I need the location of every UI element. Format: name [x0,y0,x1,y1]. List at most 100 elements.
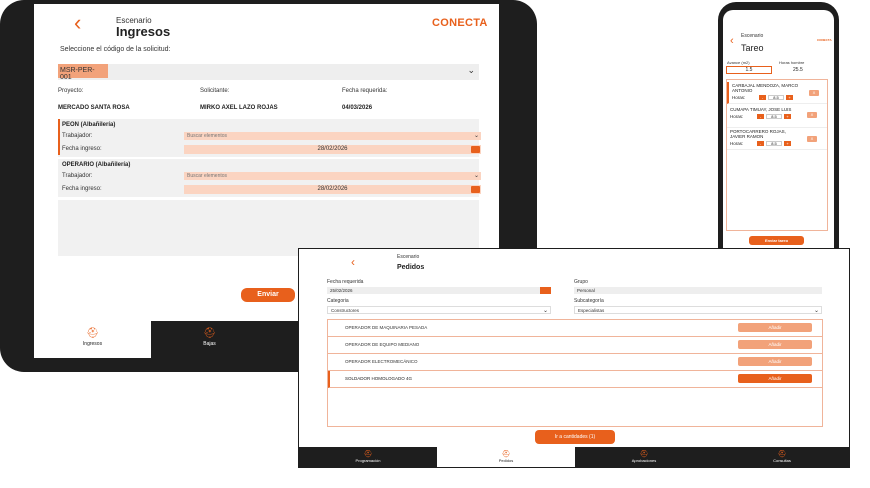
worker-label: Trabajador: [62,173,93,179]
back-arrow-icon[interactable]: ‹ [351,255,355,269]
date-required-value: 25/02/2026 [330,288,353,293]
request-select-value: MSR-PER-001 [58,64,108,81]
worker-placeholder: Buscar elementos [187,173,228,179]
send-button[interactable]: Enviar [241,288,295,302]
worker-icon: ⛑ [86,328,99,339]
date-required-value: 04/03/2026 [342,105,373,111]
subcategory-label: Subcategoría [574,298,604,304]
worker-select[interactable]: Buscar elementos ⌄ [184,132,481,140]
entry-date-label: Fecha ingreso: [62,186,102,192]
send-tareo-button[interactable]: Enviar tareo [749,236,804,245]
entry-date-value: 28/02/2026 [317,186,348,192]
nav-label: Bajas [203,341,216,347]
group-value: Personal [577,288,595,293]
page-subtitle: Escenario [397,254,420,260]
minus-button[interactable]: - [757,114,764,119]
list-item: CARBAJAL MENDOZA, MARCO ANTONIO Horas: -… [727,82,827,104]
request-label: Seleccione el código de la solicitud: [60,46,171,53]
calendar-icon[interactable] [540,287,551,294]
man-hours-label: Horas hombre [779,60,805,65]
bottom-nav: ⛑ Programación ⛑ Pedidos ⛑ Aprobaciones … [299,447,849,467]
group-field: Personal [574,287,822,294]
nav-label: Consultas [773,458,791,463]
list-item: PORTOCARRERO ROJAS, JAVIER RAMON Horas: … [727,128,827,150]
project-value: MERCADO SANTA ROSA [58,105,130,111]
back-arrow-icon[interactable]: ‹ [730,35,734,47]
nav-item-consultas[interactable]: ⛑ Consultas [713,447,849,467]
brand-logo: CONECTA [432,17,488,29]
list-item: SOLDADOR HOMOLOGADO 4G Añadir [328,371,822,388]
plus-button[interactable]: + [786,95,793,100]
nav-label: Ingresos [82,341,103,347]
nav-item-pedidos[interactable]: ⛑ Pedidos [437,447,575,467]
avance-input[interactable]: 1.5 [726,66,772,74]
subcategory-select[interactable]: Especialistas ⌄ [574,306,822,314]
chevron-down-icon: ⌄ [467,65,475,75]
worker-label: Trabajador: [62,133,93,139]
date-required-label: Fecha requerida [327,279,364,285]
add-button[interactable]: Añadir [738,374,812,383]
worker-name: PORTOCARRERO ROJAS, JAVIER RAMON [730,129,786,139]
project-label: Proyecto: [58,88,84,94]
list-item: OPERADOR ELECTROMECÁNICO Añadir [328,354,822,371]
minus-button[interactable]: - [759,95,766,100]
position-card: OPERARIO (Albañilería) Trabajador: Busca… [58,159,481,197]
group-label: Grupo [574,279,588,285]
page-title: Pedidos [397,264,425,271]
go-to-quantities-button[interactable]: Ir a cantidades (1) [535,430,615,444]
desktop-window: ‹ Escenario Pedidos Fecha requerida 25/0… [298,248,850,468]
nav-item-aprobaciones[interactable]: ⛑ Aprobaciones [575,447,713,467]
remove-worker-button[interactable]: X [807,112,817,118]
calendar-icon[interactable] [471,186,480,193]
worker-name: CARBAJAL MENDOZA, MARCO ANTONIO [732,83,799,93]
hours-input[interactable]: 8.5 [768,95,784,100]
specialty-label: SOLDADOR HOMOLOGADO 4G [345,376,413,381]
plus-button[interactable]: + [784,141,791,146]
minus-button[interactable]: - [757,141,764,146]
worker-placeholder: Buscar elementos [187,133,228,139]
hours-label: Horas: [732,95,746,100]
nav-label: Aprobaciones [631,458,657,463]
remove-worker-button[interactable]: X [807,136,817,142]
add-button[interactable]: Añadir [738,357,812,366]
position-card: PEON (Albañilería) Trabajador: Buscar el… [58,119,481,157]
back-arrow-icon[interactable]: ‹ [74,12,81,34]
category-select[interactable]: Constructores ⌄ [327,306,551,314]
nav-item-ingresos[interactable]: ⛑ Ingresos [34,321,151,358]
requester-value: MIRKO AXEL LAZO ROJAS [200,105,278,111]
entry-date-field[interactable]: 28/02/2026 [184,185,481,194]
hours-input[interactable]: 8.5 [766,141,782,146]
list-item: CUMAPA TIMUAY, JOSE LUIS Horas: - 8.5 + … [727,106,827,128]
hours-input[interactable]: 8.5 [766,114,782,119]
worker-name: CUMAPA TIMUAY, JOSE LUIS [730,107,792,112]
add-button[interactable]: Añadir [738,340,812,349]
calendar-icon[interactable] [471,146,480,153]
specialty-label: OPERADOR DE MAQUINARIA PESADA [345,325,428,330]
date-required-field[interactable]: 25/02/2026 [327,287,551,294]
nav-item-bajas[interactable]: ⛑ Bajas [151,321,268,358]
card-accent [58,119,60,155]
entry-date-field[interactable]: 28/02/2026 [184,145,481,154]
position-title: PEON (Albañilería) [62,122,116,128]
brand-logo: CONECTA [817,38,832,42]
add-button[interactable]: Añadir [738,323,812,332]
nav-label: Pedidos [498,458,514,463]
remove-worker-button[interactable]: X [809,90,819,96]
worker-select[interactable]: Buscar elementos ⌄ [184,172,481,180]
list-item: OPERADOR DE EQUIPO MEDIANO Añadir [328,337,822,354]
page-title: Ingresos [116,24,171,39]
chevron-down-icon: ⌄ [813,308,819,314]
requester-label: Solicitante: [200,88,230,94]
man-hours-value: 25.5 [793,67,803,73]
subcategory-value: Especialistas [578,308,605,313]
chevron-down-icon: ⌄ [473,133,479,139]
nav-item-programacion[interactable]: ⛑ Programación [299,447,437,467]
plus-button[interactable]: + [784,114,791,119]
entry-date-label: Fecha ingreso: [62,146,102,152]
page-subtitle: Escenario [741,33,764,39]
request-select[interactable]: MSR-PER-001 ⌄ [58,64,479,81]
position-title: OPERARIO (Albañilería) [62,162,131,168]
worker-icon: ⛑ [363,451,373,458]
specialty-label: OPERADOR ELECTROMECÁNICO [345,359,418,364]
page-title: Tareo [741,43,764,53]
